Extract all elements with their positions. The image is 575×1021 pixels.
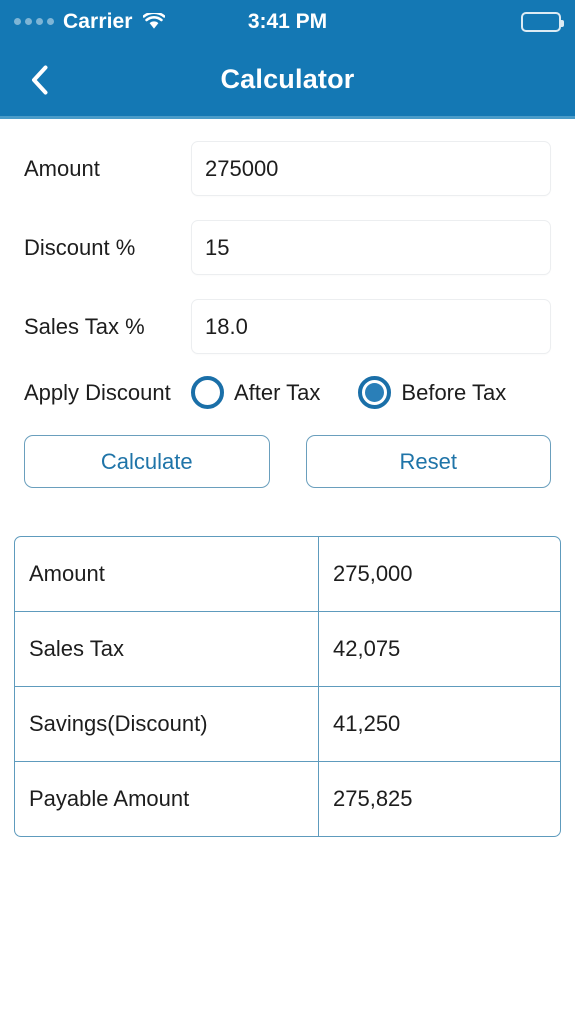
- battery-full-icon: [521, 11, 564, 32]
- radio-option-before-tax[interactable]: Before Tax: [358, 376, 506, 409]
- result-label-amount: Amount: [15, 537, 319, 612]
- result-label-sales-tax: Sales Tax: [15, 612, 319, 687]
- clock-label: 3:41 PM: [247, 10, 328, 33]
- status-bar-left: Carrier: [14, 11, 165, 32]
- table-row: Savings(Discount) 41,250: [15, 687, 560, 762]
- results-section: Amount 275,000 Sales Tax 42,075 Savings(…: [0, 536, 575, 837]
- nav-bar: Calculator: [0, 43, 575, 119]
- field-row-discount: Discount %: [24, 220, 551, 275]
- result-value-savings: 41,250: [319, 687, 560, 762]
- app-screen: Carrier 3:41 PM Calculator Amount 275000…: [0, 0, 575, 1021]
- sales-tax-label: Sales Tax %: [24, 313, 145, 339]
- chevron-left-icon: [31, 65, 48, 95]
- sales-tax-input[interactable]: [191, 299, 551, 354]
- result-label-payable: Payable Amount: [15, 762, 319, 836]
- status-bar-right: [521, 11, 564, 32]
- result-value-amount: 275,000: [319, 537, 560, 612]
- page-title: Calculator: [220, 64, 355, 94]
- signal-dots-icon: [14, 17, 54, 26]
- reset-button[interactable]: Reset: [305, 435, 551, 488]
- calculate-button[interactable]: Calculate: [24, 435, 270, 488]
- wifi-icon: [142, 13, 165, 30]
- table-row: Sales Tax 42,075: [15, 612, 560, 687]
- table-row: Amount 275,000: [15, 537, 560, 612]
- table-row: Payable Amount 275,825: [15, 762, 560, 836]
- results-table: Amount 275,000 Sales Tax 42,075 Savings(…: [14, 536, 561, 837]
- discount-input[interactable]: [191, 220, 551, 275]
- result-value-sales-tax: 42,075: [319, 612, 560, 687]
- radio-unselected-icon: [191, 376, 224, 409]
- result-value-payable: 275,825: [333, 786, 413, 811]
- radio-selected-icon: [358, 376, 392, 409]
- apply-discount-label: Apply Discount: [24, 379, 171, 405]
- discount-label: Discount %: [24, 234, 136, 260]
- calculator-form: Amount Discount % Sales Tax % Apply Disc…: [0, 119, 575, 409]
- apply-discount-radio-group: After Tax Before Tax: [191, 376, 551, 409]
- amount-label: Amount: [24, 155, 100, 181]
- radio-option-after-tax[interactable]: After Tax: [191, 376, 320, 409]
- amount-input[interactable]: [191, 141, 551, 196]
- carrier-label: Carrier: [63, 10, 133, 33]
- field-row-amount: Amount: [24, 141, 551, 196]
- radio-label-after-tax: After Tax: [234, 379, 321, 405]
- apply-discount-row: Apply Discount After Tax Before Tax: [24, 376, 551, 409]
- status-bar: Carrier 3:41 PM: [0, 0, 575, 43]
- result-label-savings: Savings(Discount): [15, 687, 319, 762]
- field-row-sales-tax: Sales Tax %: [24, 299, 551, 354]
- back-button[interactable]: [10, 43, 68, 116]
- action-button-row: Calculate Reset: [0, 435, 575, 488]
- radio-label-before-tax: Before Tax: [401, 379, 507, 405]
